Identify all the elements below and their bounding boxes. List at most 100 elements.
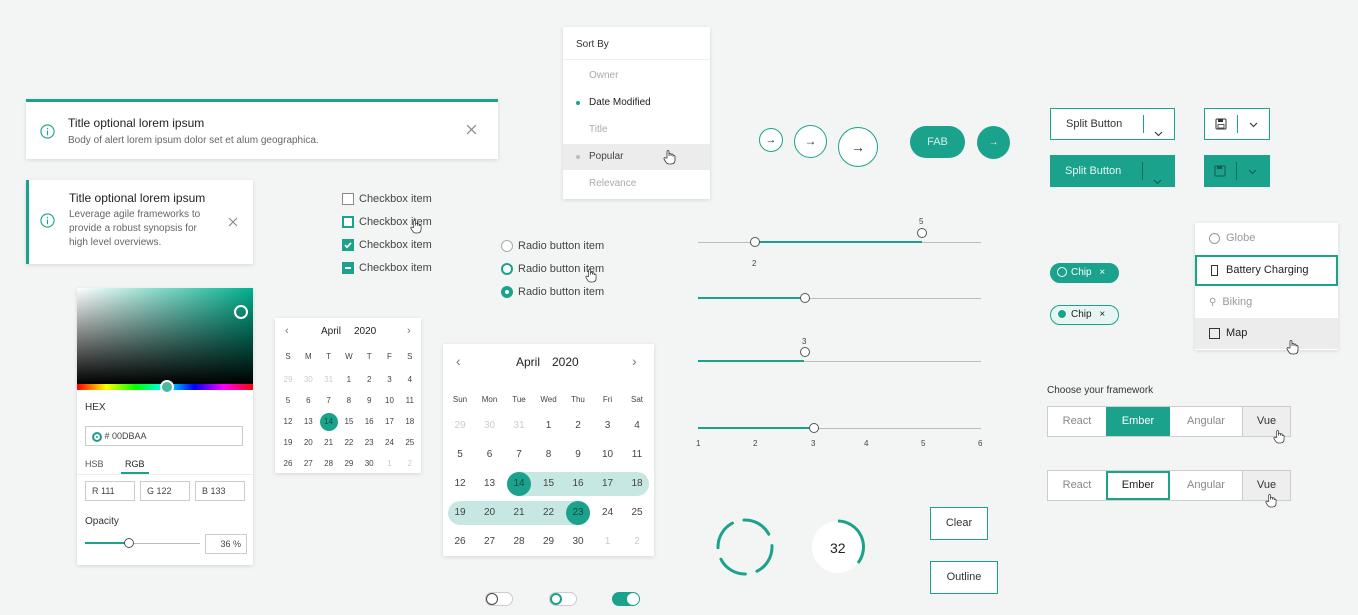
- chevron-down-icon[interactable]: [1248, 166, 1257, 178]
- checkbox-item-unchecked[interactable]: Checkbox item: [342, 192, 432, 208]
- calendar-day[interactable]: 14: [507, 472, 531, 496]
- chevron-left-icon[interactable]: ‹: [285, 325, 289, 337]
- calendar-day[interactable]: 25: [401, 434, 419, 452]
- calendar-day[interactable]: 2: [566, 414, 590, 438]
- radio-icon[interactable]: [501, 240, 513, 253]
- red-input[interactable]: R 111: [85, 481, 135, 501]
- calendar-day[interactable]: 28: [320, 455, 338, 473]
- calendar-day[interactable]: 5: [279, 392, 297, 410]
- checkbox-item-indeterminate[interactable]: Checkbox item: [342, 261, 432, 277]
- calendar-day[interactable]: 2: [625, 530, 649, 554]
- calendar-day[interactable]: 21: [507, 501, 531, 525]
- dropdown-item-globe[interactable]: Globe: [1195, 223, 1338, 254]
- close-icon[interactable]: ×: [1099, 309, 1105, 320]
- sort-item-title[interactable]: Title: [563, 117, 710, 143]
- calendar-day[interactable]: 30: [566, 530, 590, 554]
- calendar-day[interactable]: 8: [340, 392, 358, 410]
- radio-icon[interactable]: [501, 286, 513, 299]
- calendar-day[interactable]: 8: [537, 443, 561, 467]
- calendar-day[interactable]: 18: [401, 413, 419, 431]
- chevron-right-icon[interactable]: ›: [632, 353, 637, 369]
- calendar-day[interactable]: 30: [360, 455, 378, 473]
- dropdown-item-map[interactable]: Map: [1195, 318, 1338, 355]
- segment-ember[interactable]: Ember: [1106, 407, 1170, 436]
- indeterminate-icon[interactable]: [342, 262, 354, 275]
- close-icon[interactable]: ×: [1099, 267, 1105, 278]
- checkbox-item-hover[interactable]: Checkbox item: [342, 215, 432, 234]
- blue-input[interactable]: B 133: [195, 481, 245, 501]
- chevron-right-icon[interactable]: ›: [407, 325, 411, 337]
- calendar-day[interactable]: 2: [360, 371, 378, 389]
- chevron-down-icon[interactable]: [1154, 119, 1163, 149]
- calendar-day[interactable]: 26: [279, 455, 297, 473]
- save-split-button-filled[interactable]: [1204, 155, 1270, 187]
- segment-ember[interactable]: Ember: [1106, 471, 1170, 500]
- calendar-day[interactable]: 23: [566, 501, 590, 525]
- calendar-day[interactable]: 30: [299, 371, 317, 389]
- slider-handle[interactable]: [809, 423, 819, 433]
- hex-input[interactable]: # 00DBAA: [85, 426, 243, 446]
- chevron-left-icon[interactable]: ‹: [456, 353, 461, 369]
- check-icon[interactable]: [342, 239, 354, 252]
- toggle-on[interactable]: [612, 592, 640, 606]
- dropdown-item-biking[interactable]: ⚲ Biking: [1195, 287, 1338, 318]
- chevron-down-icon[interactable]: [1153, 166, 1162, 198]
- calendar-day[interactable]: 20: [478, 501, 502, 525]
- calendar-day[interactable]: 22: [537, 501, 561, 525]
- radio-item-checked[interactable]: Radio button item: [501, 286, 604, 299]
- calendar-day[interactable]: 3: [596, 414, 620, 438]
- calendar-day[interactable]: 17: [596, 472, 620, 496]
- calendar-day[interactable]: 16: [360, 413, 378, 431]
- calendar-day[interactable]: 19: [279, 434, 297, 452]
- calendar-day[interactable]: 31: [507, 414, 531, 438]
- calendar-day[interactable]: 7: [507, 443, 531, 467]
- chip-filled[interactable]: Chip ×: [1050, 263, 1119, 283]
- calendar-day[interactable]: 27: [478, 530, 502, 554]
- arrow-button-small[interactable]: →: [759, 128, 783, 152]
- calendar-day[interactable]: 1: [596, 530, 620, 554]
- green-input[interactable]: G 122: [140, 481, 190, 501]
- calendar-day[interactable]: 6: [299, 392, 317, 410]
- calendar-day[interactable]: 9: [566, 443, 590, 467]
- tab-rgb[interactable]: RGB: [125, 459, 145, 469]
- split-button-outline[interactable]: Split Button: [1050, 108, 1175, 140]
- calendar-day[interactable]: 1: [537, 414, 561, 438]
- segment-vue[interactable]: Vue: [1243, 471, 1290, 508]
- segment-angular[interactable]: Angular: [1170, 407, 1243, 436]
- calendar-day[interactable]: 21: [320, 434, 338, 452]
- calendar-day[interactable]: 23: [360, 434, 378, 452]
- calendar-day[interactable]: 7: [320, 392, 338, 410]
- fab-button[interactable]: FAB: [910, 126, 965, 158]
- calendar-day[interactable]: 13: [299, 413, 317, 431]
- segment-vue[interactable]: Vue: [1243, 407, 1290, 444]
- calendar-day[interactable]: 20: [299, 434, 317, 452]
- calendar-day[interactable]: 17: [381, 413, 399, 431]
- hue-handle[interactable]: [160, 380, 174, 394]
- close-icon[interactable]: [228, 214, 238, 230]
- calendar-day[interactable]: 29: [279, 371, 297, 389]
- calendar-day[interactable]: 4: [401, 371, 419, 389]
- segment-react[interactable]: React: [1048, 471, 1106, 500]
- calendar-day[interactable]: 24: [381, 434, 399, 452]
- calendar-day[interactable]: 2: [401, 455, 419, 473]
- checkbox-icon[interactable]: [342, 216, 354, 229]
- calendar-day[interactable]: 14: [319, 413, 338, 431]
- calendar-day[interactable]: 4: [625, 414, 649, 438]
- clear-button[interactable]: Clear: [930, 507, 988, 540]
- radio-item-unchecked[interactable]: Radio button item: [501, 240, 604, 253]
- fab-icon-button[interactable]: →: [977, 126, 1010, 159]
- calendar-day[interactable]: 29: [537, 530, 561, 554]
- arrow-button-medium[interactable]: →: [794, 125, 827, 158]
- calendar-day[interactable]: 16: [566, 472, 590, 496]
- segment-angular[interactable]: Angular: [1170, 471, 1243, 500]
- calendar-day[interactable]: 27: [299, 455, 317, 473]
- outline-button[interactable]: Outline: [930, 561, 998, 594]
- calendar-day[interactable]: 19: [448, 501, 472, 525]
- toggle-hover[interactable]: [549, 592, 577, 606]
- calendar-day[interactable]: 5: [448, 443, 472, 467]
- checkbox-icon[interactable]: [342, 193, 354, 206]
- slider-handle[interactable]: [800, 293, 810, 303]
- calendar-day[interactable]: 15: [537, 472, 561, 496]
- chevron-down-icon[interactable]: [1249, 119, 1258, 131]
- calendar-day[interactable]: 12: [448, 472, 472, 496]
